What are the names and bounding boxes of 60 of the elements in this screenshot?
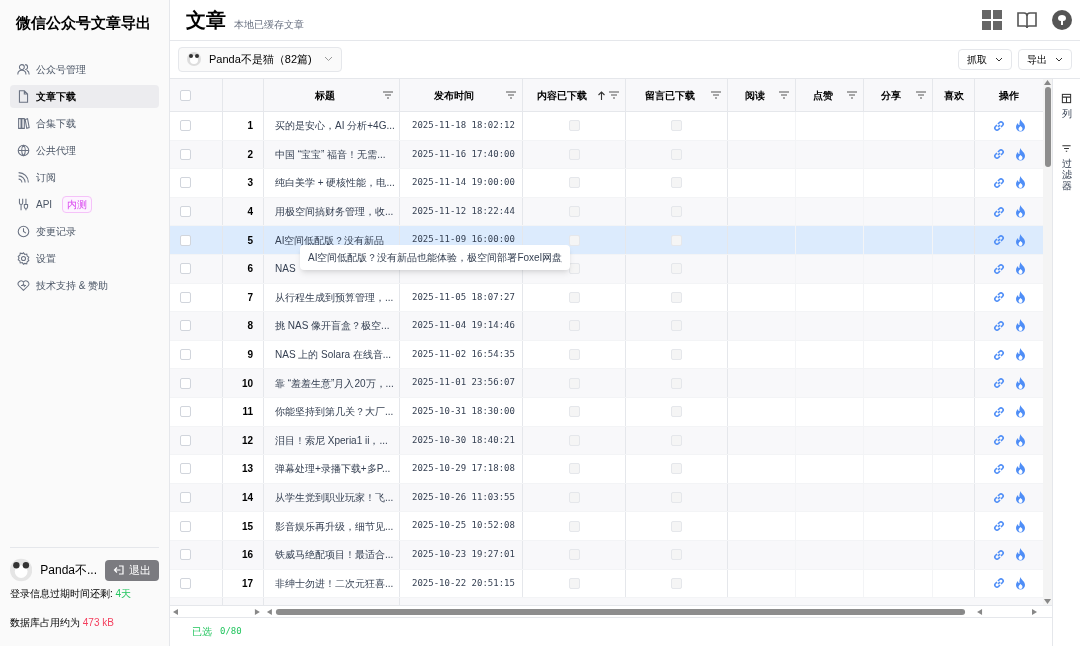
row-index: 6 (247, 262, 254, 277)
article-title: 买的是安心，AI 分析+4G... (274, 119, 395, 134)
article-title: 铁威马绝配项目！最适合... (274, 548, 394, 563)
article-title: 非绅士勿进！二次元狂喜... (274, 576, 394, 591)
article-title: 从行程生成到预算管理，... (274, 290, 394, 305)
selected-count: 0/80 (220, 624, 242, 638)
page-subtitle: 本地已缓存文章 (234, 17, 304, 32)
publish-date: 2025-10-25 10:52:08 (411, 519, 515, 533)
row-index: 17 (241, 576, 254, 591)
publish-date: 2025-11-04 19:14:46 (411, 319, 515, 333)
app-title: 微信公众号文章导出 (15, 13, 152, 33)
publish-date: 2025-10-22 20:51:15 (411, 576, 515, 590)
article-title: 泪目！索尼 Xperia1 ii，... (274, 433, 388, 448)
row-index: 8 (247, 319, 254, 334)
row-index: 7 (247, 290, 254, 305)
article-title: 中国 “宝宝” 福音！无需... (274, 147, 386, 162)
db-usage-text: 数据库占用约为 473 kB (10, 616, 115, 630)
article-title: 用极空间搞财务管理，收... (274, 205, 394, 220)
row-index: 2 (247, 147, 254, 162)
row-index: 4 (247, 205, 254, 220)
row-index: 15 (241, 519, 254, 534)
user-name: Panda不... (40, 562, 97, 579)
row-index: 9 (247, 348, 254, 363)
article-title: NAS 上的 Solara 在线音... (274, 348, 392, 363)
publish-date: 2025-11-01 23:56:07 (411, 376, 515, 390)
article-title: 从学生党到职业玩家！飞... (274, 491, 394, 505)
publish-date: 2025-11-16 17:40:00 (411, 147, 515, 161)
article-title: 你能坚持到第几关？大厂... (274, 405, 394, 420)
selected-label: 已选 (192, 625, 212, 640)
publish-date: 2025-11-02 16:54:35 (411, 347, 515, 361)
row-index: 16 (241, 548, 254, 563)
row-index: 10 (241, 376, 254, 391)
article-title: 靠 “羞羞生意”月入20万，... (274, 376, 394, 391)
publish-date: 2025-10-31 18:30:00 (411, 405, 515, 418)
row-index: 12 (241, 433, 254, 448)
page-title: 文章 (186, 8, 226, 33)
article-title: 纯白美学 + 硬核性能，电... (274, 176, 395, 191)
publish-date: 2025-10-23 19:27:01 (411, 547, 515, 561)
publish-date: 2025-11-12 18:22:44 (411, 204, 515, 218)
publish-date: 2025-10-29 17:18:08 (411, 462, 515, 476)
article-title: AI空间低配版？没有新品 (274, 233, 385, 248)
row-index: 5 (247, 233, 254, 248)
row-index: 11 (242, 405, 254, 420)
publish-date: 2025-10-30 18:40:21 (411, 433, 515, 447)
article-title: 弹幕处理+录播下载+多P... (274, 462, 391, 477)
row-index: 14 (241, 491, 254, 505)
article-title: 挑 NAS 像开盲盒？极空... (274, 319, 390, 334)
publish-date: 2025-10-26 11:03:55 (411, 490, 515, 504)
row-index: 1 (247, 119, 254, 134)
beta-badge: 内测 (62, 196, 93, 213)
publish-date: 2025-11-14 19:00:00 (411, 176, 515, 190)
article-title: 影音娱乐再升级，细节见... (274, 519, 394, 534)
row-index: 13 (241, 462, 254, 477)
expiry-text: 登录信息过期时间还剩: 4天 (10, 587, 133, 601)
tooltip: AI空间低配版？没有新品也能体验，极空间部署Foxel网盘 (300, 245, 570, 270)
row-index: 3 (247, 176, 254, 191)
publish-date: 2025-11-09 16:00:00 (411, 233, 515, 247)
publish-date: 2025-11-05 18:07:27 (411, 290, 515, 304)
article-title: NAS (274, 262, 296, 277)
publish-date: 2025-11-18 18:02:12 (411, 119, 515, 133)
